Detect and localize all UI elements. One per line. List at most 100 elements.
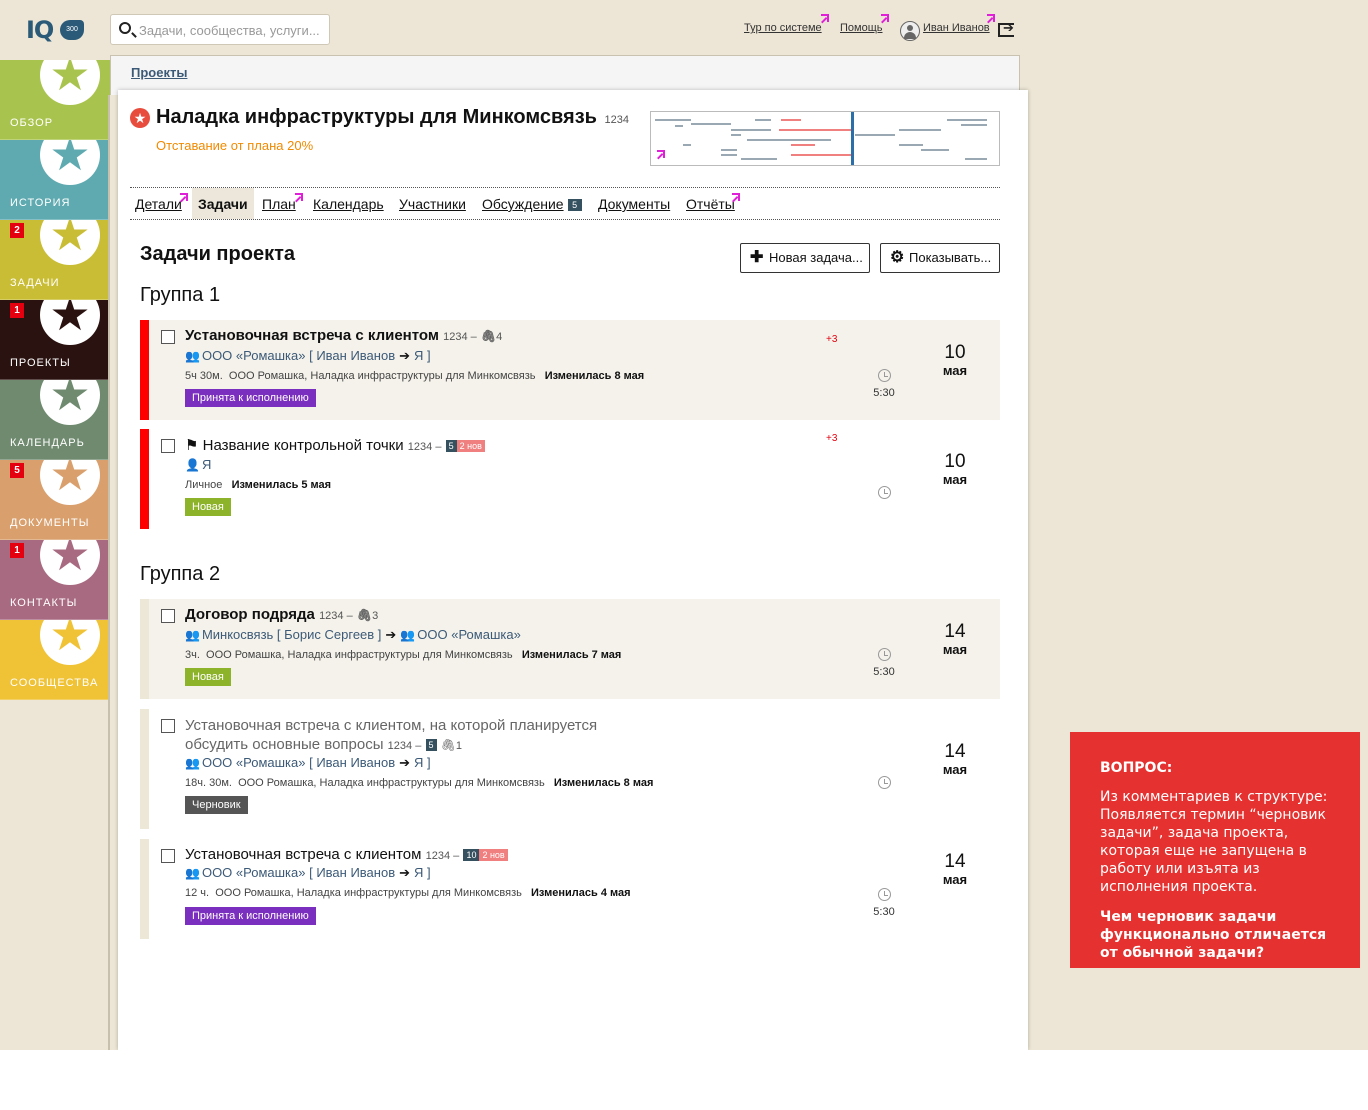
comment-count-badge[interactable]: 5 — [425, 739, 437, 752]
tab-details[interactable]: Детали — [135, 188, 182, 219]
task-to[interactable]: ООО «Ромашка» — [417, 627, 521, 642]
star-icon: ★ — [49, 460, 91, 501]
search-box — [110, 14, 330, 45]
task-due-day: 10 — [944, 451, 966, 472]
task-checkbox[interactable] — [161, 439, 175, 453]
clock-icon — [878, 369, 891, 382]
task-status-badge[interactable]: Новая — [185, 668, 231, 686]
task-title-text: Название контрольной точки — [202, 437, 404, 454]
sidebar-item-overview[interactable]: ★ ОБЗОР — [0, 60, 110, 140]
star-icon: ★ — [49, 540, 91, 581]
tab-tasks[interactable]: Задачи — [192, 188, 254, 219]
section-title: Задачи проекта — [140, 243, 295, 265]
tab-reports[interactable]: Отчёты — [686, 188, 735, 219]
annotation-marker-icon — [180, 193, 188, 201]
task-to[interactable]: Я ] — [414, 865, 431, 880]
help-link[interactable]: Помощь — [840, 22, 883, 34]
gantt-preview[interactable] — [650, 111, 1000, 166]
comment-count-badge[interactable]: 10 — [463, 849, 480, 862]
new-comments-badge[interactable]: 2 нов — [479, 849, 508, 862]
search-input[interactable] — [139, 19, 324, 41]
sidebar-item-communities[interactable]: ★ СООБЩЕСТВА — [0, 620, 110, 700]
task-extra-count[interactable]: +3 — [826, 433, 837, 444]
task-due-month: мая — [942, 363, 968, 378]
task-to[interactable]: Я ] — [414, 348, 431, 363]
project-card: ★ Наладка инфраструктуры для Минкомсвязь… — [118, 90, 1028, 1050]
star-circle: ★ — [40, 380, 100, 425]
task-title[interactable]: Договор подряда 1234 – 🖇3 — [185, 606, 378, 623]
task-row[interactable]: Установочная встреча с клиентом 1234 – 1… — [140, 839, 1000, 939]
search-icon[interactable] — [119, 22, 131, 34]
clock-icon — [878, 888, 891, 901]
star-icon: ★ — [49, 620, 91, 661]
card-shadow-line — [108, 95, 110, 1050]
task-title[interactable]: ⚑ Название контрольной точки 1234 – 52 н… — [185, 436, 485, 454]
logout-icon[interactable] — [998, 20, 1014, 37]
sidebar-item-contacts[interactable]: ★ 1 КОНТАКТЫ — [0, 540, 110, 620]
group-people-icon: 👥 — [185, 756, 200, 770]
favorite-star-icon[interactable]: ★ — [130, 108, 150, 128]
task-to[interactable]: Я ] — [414, 755, 431, 770]
task-status-badge[interactable]: Принята к исполнению — [185, 389, 316, 407]
task-participants: 👥 ООО «Ромашка» [ Иван Иванов ➔ Я ] — [185, 865, 431, 881]
question-text: Из комментариев к структуре: Появляется … — [1100, 789, 1328, 895]
task-id: 1234 – — [407, 441, 442, 453]
sidebar: ★ ОБЗОР ★ ИСТОРИЯ ★ 2 ЗАДАЧИ ★ 1 ПРОЕКТЫ ★ КАЛЕНДАР… — [0, 60, 110, 700]
task-title[interactable]: Установочная встреча с клиентом 1234 – 1… — [185, 846, 508, 863]
task-title[interactable]: Установочная встреча с клиентом, на кото… — [185, 716, 625, 756]
task-checkbox[interactable] — [161, 330, 175, 344]
tour-link[interactable]: Тур по системе — [744, 22, 822, 34]
task-row[interactable]: Договор подряда 1234 – 🖇3 👥 Минкосвязь [ … — [140, 599, 1000, 699]
task-status-badge[interactable]: Черновик — [185, 796, 248, 814]
task-participants: 👥 ООО «Ромашка» [ Иван Иванов ➔ Я ] — [185, 755, 431, 771]
sidebar-item-calendar[interactable]: ★ КАЛЕНДАРЬ — [0, 380, 110, 460]
tab-participants[interactable]: Участники — [399, 188, 466, 219]
task-checkbox[interactable] — [161, 849, 175, 863]
paperclip-icon: 🖇 — [480, 329, 497, 343]
task-assignee[interactable]: Я — [202, 457, 211, 472]
tab-documents[interactable]: Документы — [598, 188, 670, 219]
sidebar-item-projects[interactable]: ★ 1 ПРОЕКТЫ — [0, 300, 110, 380]
task-participants: 👥 ООО «Ромашка» [ Иван Иванов ➔ Я ] — [185, 348, 431, 364]
tab-calendar[interactable]: Календарь — [313, 188, 384, 219]
task-row[interactable]: Установочная встреча с клиентом, на кото… — [140, 709, 1000, 829]
arrow-right-icon: ➔ — [399, 755, 411, 770]
task-from[interactable]: Минкосвязь [ Борис Сергеев ] — [202, 627, 381, 642]
logo[interactable]: IQ 300 — [26, 16, 86, 44]
task-from[interactable]: ООО «Ромашка» [ Иван Иванов — [202, 755, 395, 770]
task-duration: 5ч 30м. — [185, 370, 223, 382]
sidebar-item-label: ЗАДАЧИ — [10, 277, 60, 289]
sidebar-item-tasks[interactable]: ★ 2 ЗАДАЧИ — [0, 220, 110, 300]
task-status-badge[interactable]: Новая — [185, 498, 231, 516]
comment-count-badge[interactable]: 5 — [445, 440, 457, 453]
sidebar-item-history[interactable]: ★ ИСТОРИЯ — [0, 140, 110, 220]
task-extra-count[interactable]: +3 — [826, 334, 837, 345]
task-checkbox[interactable] — [161, 609, 175, 623]
task-checkbox[interactable] — [161, 719, 175, 733]
task-title[interactable]: Установочная встреча с клиентом 1234 – 🖇… — [185, 327, 502, 344]
new-task-button[interactable]: ✚ Новая задача... — [740, 243, 870, 273]
new-comments-badge[interactable]: 2 нов — [456, 440, 485, 453]
task-row[interactable]: ⚑ Название контрольной точки 1234 – 52 н… — [140, 429, 1000, 529]
tab-discussion[interactable]: Обсуждение 5 — [482, 188, 582, 219]
breadcrumb-projects-link[interactable]: Проекты — [131, 65, 187, 80]
user-name-link[interactable]: Иван Иванов — [923, 22, 990, 34]
task-row[interactable]: Установочная встреча с клиентом 1234 – 🖇… — [140, 320, 1000, 420]
task-due-month: мая — [942, 642, 968, 657]
user-avatar-icon[interactable] — [900, 21, 920, 41]
star-icon: ★ — [49, 60, 91, 101]
task-duration: 18ч. 30м. — [185, 777, 232, 789]
task-status-badge[interactable]: Принята к исполнению — [185, 907, 316, 925]
sidebar-item-label: СООБЩЕСТВА — [10, 677, 99, 689]
attachment-count: 1 — [455, 740, 463, 752]
sidebar-item-documents[interactable]: ★ 5 ДОКУМЕНТЫ — [0, 460, 110, 540]
flag-icon: ⚑ — [185, 436, 199, 454]
tab-plan[interactable]: План — [262, 188, 296, 219]
task-from[interactable]: ООО «Ромашка» [ Иван Иванов — [202, 865, 395, 880]
task-changed: Изменилась 7 мая — [521, 649, 622, 661]
task-id: 1234 – — [319, 610, 353, 622]
task-from[interactable]: ООО «Ромашка» [ Иван Иванов — [202, 348, 395, 363]
show-options-button[interactable]: ⚙ Показывать... — [880, 243, 1000, 273]
clock-icon — [878, 648, 891, 661]
sidebar-item-label: ИСТОРИЯ — [10, 197, 71, 209]
